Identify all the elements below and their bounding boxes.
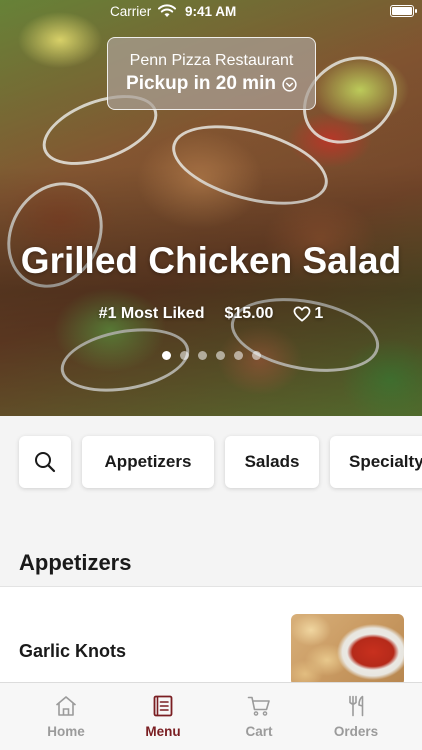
category-appetizers[interactable]: Appetizers — [82, 436, 214, 488]
rank-badge: #1 Most Liked — [98, 305, 205, 322]
battery-icon — [390, 5, 417, 17]
home-icon — [55, 696, 77, 716]
carousel-pagination[interactable] — [0, 351, 422, 360]
carousel-dot[interactable] — [161, 351, 171, 360]
tab-cart[interactable]: Cart — [211, 683, 307, 750]
category-salads[interactable]: Salads — [225, 436, 319, 488]
status-bar: Carrier 9:41 AM — [0, 0, 422, 24]
like-count: 1 — [314, 305, 324, 322]
tab-orders[interactable]: Orders — [308, 683, 404, 750]
section-title: Appetizers — [19, 550, 132, 575]
category-specialty[interactable]: Specialty — [330, 436, 422, 488]
tab-home-label: Home — [47, 724, 85, 739]
menu-list: Garlic Knots — [0, 586, 422, 682]
tab-bar: Home Menu Cart Orders — [0, 682, 422, 750]
search-icon — [35, 452, 56, 473]
clock: 9:41 AM — [185, 4, 237, 19]
pickup-time: Pickup in 20 min — [126, 73, 276, 94]
tab-menu-label: Menu — [145, 724, 181, 739]
restaurant-name: Penn Pizza Restaurant — [129, 52, 294, 69]
carousel-dot[interactable] — [179, 351, 189, 360]
carrier-label: Carrier — [110, 4, 152, 19]
category-bar[interactable]: Appetizers Salads Specialty — [0, 416, 422, 511]
tab-orders-label: Orders — [333, 724, 379, 739]
heart-icon — [293, 306, 311, 322]
pickup-location-selector[interactable]: Penn Pizza Restaurant Pickup in 20 min — [107, 37, 316, 110]
carousel-dot[interactable] — [251, 351, 261, 360]
menu-item-name: Garlic Knots — [19, 641, 127, 661]
carousel-dot[interactable] — [197, 351, 207, 360]
search-button[interactable] — [19, 436, 71, 488]
featured-hero[interactable]: Carrier 9:41 AM Penn Pizza Restaurant Pi… — [0, 0, 422, 416]
tab-home[interactable]: Home — [18, 683, 114, 750]
cart-icon — [247, 696, 270, 716]
chevron-down-icon — [282, 76, 297, 92]
utensils-icon — [349, 695, 364, 717]
like-button[interactable]: 1 — [293, 305, 323, 323]
featured-dish-meta: #1 Most Liked $15.00 1 — [0, 305, 422, 323]
wifi-icon — [158, 4, 176, 17]
menu-item-photo — [291, 614, 404, 682]
carousel-dot[interactable] — [215, 351, 225, 360]
carousel-dot[interactable] — [233, 351, 243, 360]
featured-dish-title: Grilled Chicken Salad — [20, 240, 402, 281]
tab-menu[interactable]: Menu — [115, 683, 211, 750]
dish-price: $15.00 — [224, 305, 274, 322]
tab-cart-label: Cart — [245, 724, 273, 739]
menu-book-icon — [153, 695, 173, 717]
